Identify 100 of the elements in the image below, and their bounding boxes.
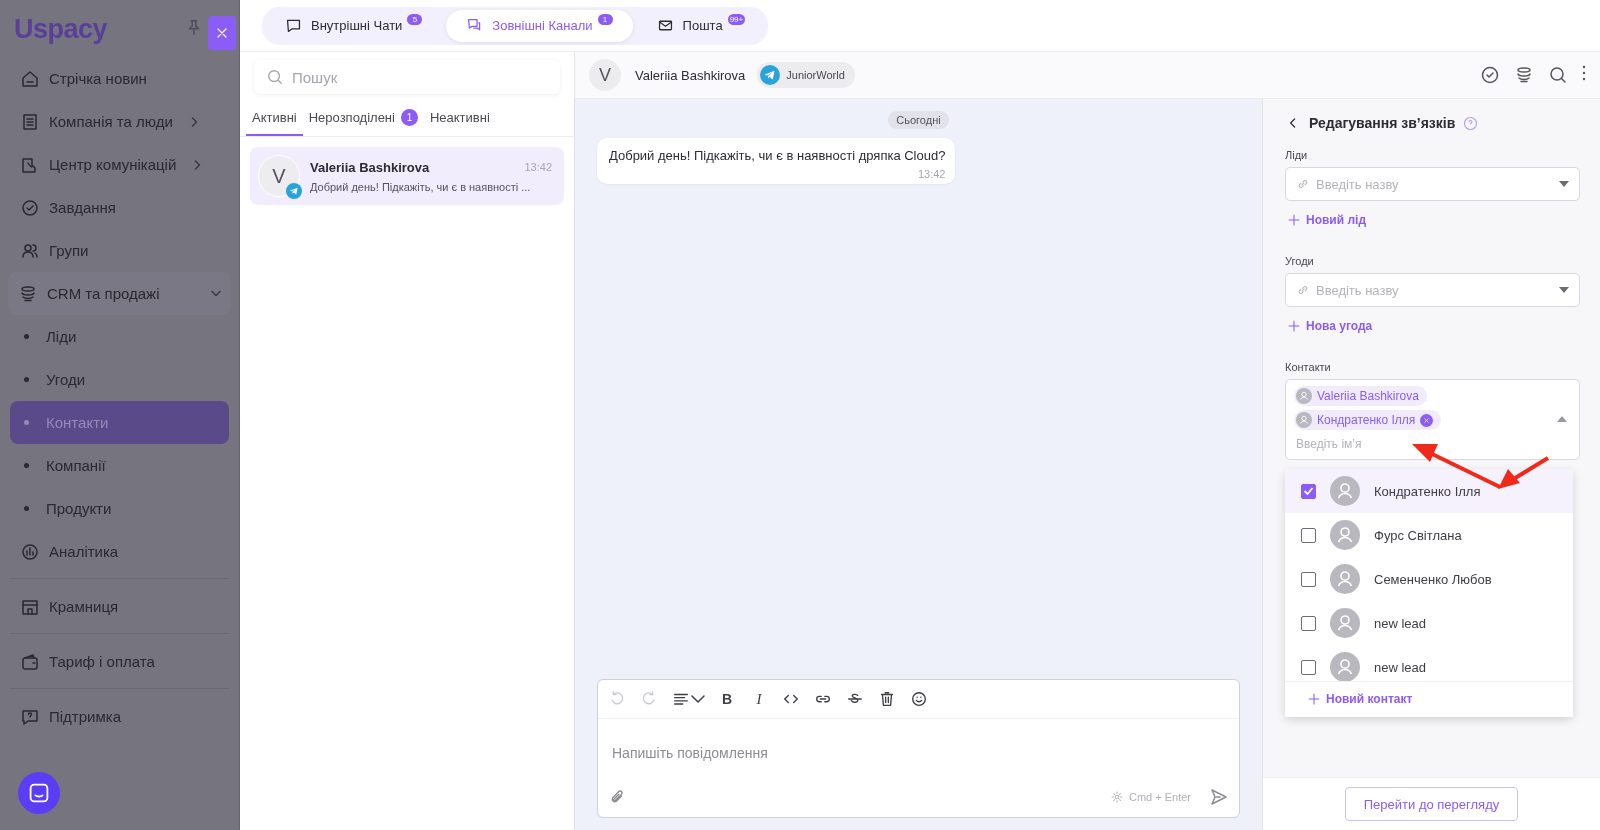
telegram-icon	[760, 65, 781, 85]
contact-option[interactable]: Фурс Світлана	[1285, 513, 1573, 557]
stack-icon	[1514, 65, 1534, 85]
sidebar-item[interactable]: Стрічка новин	[10, 57, 229, 100]
filter-tab[interactable]: Активні	[246, 100, 303, 136]
date-separator: Сьогодні	[888, 111, 949, 129]
select-field[interactable]: Введіть назву	[1285, 167, 1580, 201]
avatar-icon	[1330, 608, 1360, 638]
search-button[interactable]	[1548, 65, 1568, 85]
view-button[interactable]: Перейти до перегляду	[1344, 787, 1519, 821]
filter-tab[interactable]: Нерозподілені 1	[302, 100, 424, 136]
chat-support-button[interactable]	[18, 772, 60, 814]
send-icon	[1209, 787, 1229, 807]
crm-button[interactable]	[1514, 65, 1534, 85]
channel-tab[interactable]: Зовнішні Канали 1	[446, 9, 633, 42]
select-field[interactable]: Введіть назву	[1285, 273, 1580, 307]
emoji-button[interactable]	[910, 690, 928, 708]
checkbox[interactable]	[1301, 483, 1316, 499]
add-link[interactable]: Новий лід	[1287, 213, 1367, 227]
contact-option[interactable]: new lead	[1285, 645, 1573, 681]
check-icon	[1304, 487, 1313, 495]
sidebar-item[interactable]: Групи	[10, 229, 229, 272]
telegram-icon	[286, 183, 302, 199]
input-placeholder: Введіть ім’я	[1295, 436, 1363, 453]
send-shortcut-hint[interactable]: Cmd + Enter	[1109, 790, 1191, 804]
sidebar-item[interactable]: Завдання	[10, 186, 229, 229]
sidebar-item[interactable]: Продукти	[10, 487, 229, 530]
message-composer[interactable]: B I Напишіть повідомлення Cmd + Enter	[597, 679, 1240, 818]
sidebar-item[interactable]: Компанія та люди	[10, 100, 229, 143]
close-icon	[1422, 415, 1432, 425]
sidebar-item[interactable]: Аналітика	[10, 530, 229, 573]
sidebar-item[interactable]: Центр комунікацій	[10, 143, 229, 186]
complete-button[interactable]	[1480, 65, 1500, 85]
italic-button[interactable]: I	[750, 690, 768, 708]
contact-chip: Valeriia Bashkirova	[1294, 386, 1427, 406]
chart-circle-icon	[20, 541, 40, 562]
dropdown-caret-icon	[1559, 287, 1569, 293]
avatar: V	[589, 59, 621, 91]
filter-tab[interactable]: Неактивні	[423, 100, 496, 136]
channel-tab[interactable]: Внутрішні Чати 5	[265, 9, 443, 42]
sidebar-item[interactable]: Контакти	[10, 401, 229, 444]
plus-icon	[1307, 692, 1321, 706]
help-icon	[1463, 115, 1479, 131]
check-circle-icon	[1480, 65, 1500, 85]
contacts-field[interactable]: Valeriia Bashkirova Кондратенко Ілля Введіть ім’я	[1285, 379, 1580, 460]
sidebar-item[interactable]: CRM та продажі	[8, 272, 231, 315]
checkbox[interactable]	[1301, 527, 1316, 543]
more-vertical-icon	[1582, 65, 1586, 81]
field-label: Ліди	[1285, 149, 1309, 161]
avatar-icon	[1330, 564, 1360, 594]
avatar-icon	[1296, 388, 1312, 404]
avatar-icon	[1330, 520, 1360, 550]
avatar: V	[258, 155, 300, 197]
channel-tab[interactable]: Пошта 99+	[636, 9, 766, 42]
sidebar-item[interactable]: Угоди	[10, 358, 229, 401]
contact-chip: Кондратенко Ілля	[1294, 410, 1442, 430]
field-label: Угоди	[1285, 255, 1315, 267]
plus-icon	[1287, 213, 1301, 227]
contact-option[interactable]: new lead	[1285, 601, 1573, 645]
message-time: 13:42	[917, 168, 946, 180]
wallet-icon	[20, 651, 40, 672]
count-badge: 1	[400, 108, 418, 126]
search-field[interactable]: Пошук	[254, 60, 560, 94]
contact-option[interactable]: Семенченко Любов	[1285, 557, 1573, 601]
sidebar-item[interactable]: Підтримка	[10, 695, 229, 738]
add-link[interactable]: Новий контакт	[1285, 681, 1573, 717]
delete-button[interactable]	[878, 690, 896, 708]
sidebar-item[interactable]: Крамниця	[10, 585, 229, 628]
checkbox[interactable]	[1301, 615, 1316, 631]
message-preview: Добрий день! Підкажіть, чи є в наявності ...	[310, 180, 532, 193]
message-text: Добрий день! Підкажіть, чи є в наявності дряпка Cloud?	[609, 148, 946, 163]
avatar-icon	[1296, 412, 1312, 428]
chevron-right-icon	[195, 159, 201, 170]
checkbox[interactable]	[1301, 571, 1316, 587]
checkbox[interactable]	[1301, 659, 1316, 675]
contact-option[interactable]: Кондратенко Ілля	[1285, 469, 1573, 513]
sidebar-item[interactable]: Компанії	[10, 444, 229, 487]
channel-badge: JuniorWorld	[757, 62, 855, 88]
stack-icon	[18, 283, 38, 304]
chevron-right-icon	[191, 116, 197, 127]
smiley-icon	[910, 690, 928, 708]
chevron-down-icon	[211, 291, 221, 296]
chat-bubble-icon	[285, 17, 302, 34]
add-link[interactable]: Нова угода	[1287, 319, 1373, 333]
sidebar-item[interactable]: Ліди	[10, 315, 229, 358]
count-badge: 1	[597, 14, 613, 25]
message-time: 13:42	[524, 161, 552, 173]
count-badge: 99+	[727, 14, 746, 25]
bold-button[interactable]: B	[718, 691, 736, 707]
contact-name: Valeriia Bashkirova	[635, 67, 746, 83]
remove-button[interactable]	[1420, 413, 1434, 427]
link-icon	[1296, 283, 1310, 297]
link-icon	[1296, 177, 1310, 191]
field-label: Контакти	[1285, 361, 1332, 373]
sidebar-item[interactable]: Тариф і оплата	[10, 640, 229, 683]
search-icon	[1548, 65, 1568, 85]
chevron-down-icon	[692, 696, 704, 702]
panel-title: Редагування зв’язків	[1309, 115, 1456, 131]
send-button[interactable]	[1209, 787, 1229, 807]
chat-item[interactable]: V Valeriia Bashkirova 13:42 Добрий день! Підкажіть, чи є в наявності ...	[250, 147, 564, 205]
